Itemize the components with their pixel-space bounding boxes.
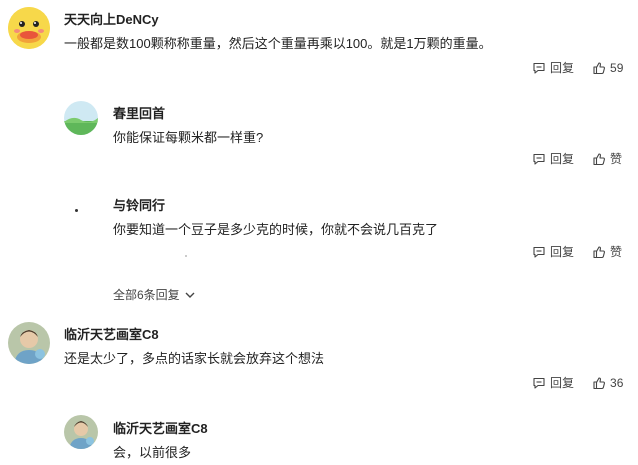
comment-text: 你要知道一个豆子是多少克的时候，你就不会说几百克了 [113,222,439,237]
like-button[interactable]: 36 [592,375,623,391]
reply-label: 回复 [550,152,575,166]
thumbs-up-icon [593,377,606,390]
like-count: 36 [610,376,624,390]
comment-author[interactable]: 春里回首 [113,103,165,122]
reply-button[interactable]: 回复 [532,244,574,260]
thumbs-up-icon [593,153,606,166]
avatar[interactable] [64,101,98,135]
like-button[interactable]: 59 [592,60,623,76]
comment-icon [533,377,545,389]
avatar[interactable] [64,193,98,227]
comment-actions: 回复 36 [532,375,623,391]
comment-author[interactable]: 临沂天艺画室C8 [113,418,208,437]
reply-button[interactable]: 回复 [532,151,574,167]
avatar-dot [75,209,78,212]
landscape-avatar-icon [64,101,98,135]
duck-avatar-icon [8,7,50,49]
avatar[interactable] [8,7,50,49]
reply-label: 回复 [550,245,575,259]
avatar[interactable] [64,415,98,449]
expand-replies-label: 全部6条回复 [113,288,180,302]
comment-actions: 回复 赞 [532,244,622,260]
comment-text: 会，以前很多 [113,445,192,460]
comment-author[interactable]: 与铃同行 [113,195,165,214]
comment-icon [533,153,545,165]
person-avatar-icon [8,322,50,364]
comment-actions: 回复 赞 [532,151,622,167]
thumbs-up-icon [593,246,606,259]
comment-actions: 回复 59 [532,60,623,76]
expand-replies-button[interactable]: 全部6条回复 [113,286,196,303]
comment-text: 还是太少了，多点的话家长就会放弃这个想法 [64,351,325,366]
reply-button[interactable]: 回复 [532,375,574,391]
like-button[interactable]: 赞 [592,151,622,167]
reply-label: 回复 [550,376,575,390]
comment-author[interactable]: 临沂天艺画室C8 [64,324,159,343]
person-avatar-icon [64,415,98,449]
like-label: 赞 [610,152,623,166]
like-label: 赞 [610,245,623,259]
comment-icon [533,246,545,258]
reply-button[interactable]: 回复 [532,60,574,76]
like-count: 59 [610,61,624,75]
chevron-down-icon [185,292,195,298]
thumbs-up-icon [593,62,606,75]
comment-text: 一般都是数100颗称称重量，然后这个重量再乘以100。就是1万颗的重量。 [64,36,492,51]
comment-author[interactable]: 天天向上DeNCy [64,9,159,28]
reply-label: 回复 [550,61,575,75]
divider-dot [185,255,187,257]
like-button[interactable]: 赞 [592,244,622,260]
comment-text: 你能保证每颗米都一样重? [113,130,264,145]
avatar[interactable] [8,322,50,364]
comment-icon [533,62,545,74]
